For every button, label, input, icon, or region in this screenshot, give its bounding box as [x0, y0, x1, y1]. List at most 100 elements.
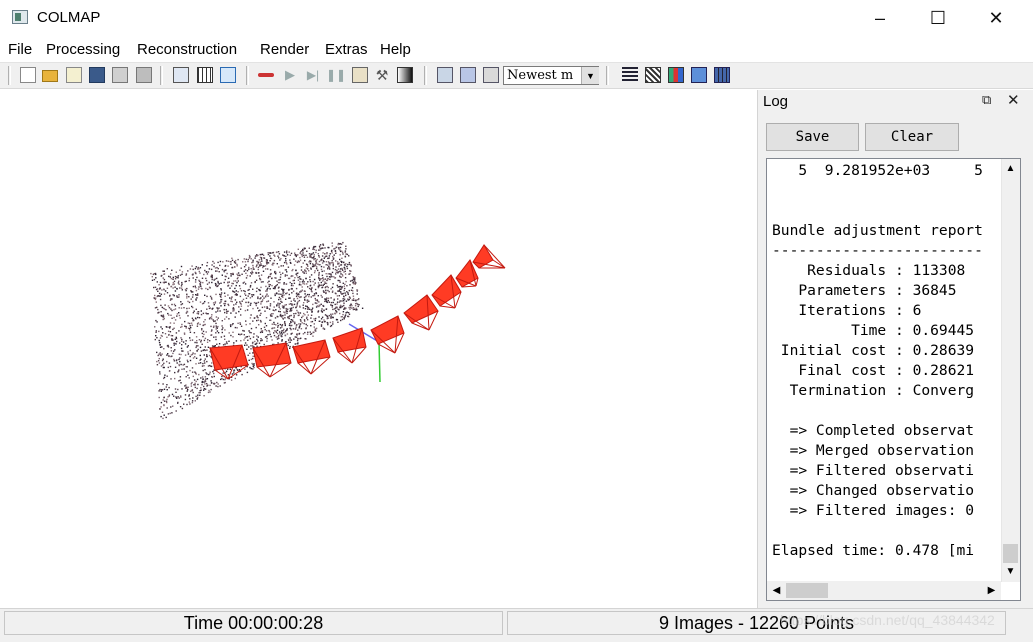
- log-horizontal-scroll-thumb[interactable]: [786, 583, 828, 598]
- toolbar-grip[interactable]: [160, 66, 163, 85]
- cloud-point: [296, 339, 299, 342]
- cloud-point: [276, 338, 279, 340]
- log-vertical-scrollbar[interactable]: [1001, 159, 1020, 582]
- toolbar-grip[interactable]: [424, 66, 427, 85]
- menu-help[interactable]: Help: [380, 41, 411, 58]
- minimize-button[interactable]: –: [851, 0, 909, 36]
- cloud-point: [279, 331, 281, 333]
- cloud-point: [318, 260, 321, 263]
- chevron-down-icon[interactable]: ▼: [581, 67, 599, 84]
- match-matrix-icon[interactable]: [645, 67, 661, 83]
- cloud-point: [206, 261, 209, 264]
- open-project-icon[interactable]: [42, 70, 58, 82]
- window-title: COLMAP: [37, 9, 101, 26]
- cloud-point: [255, 265, 257, 268]
- 3d-viewport[interactable]: [0, 90, 757, 608]
- scroll-up-icon[interactable]: ▲: [1002, 160, 1019, 177]
- cloud-point: [288, 303, 291, 305]
- save-log-button[interactable]: Save: [766, 123, 859, 151]
- cloud-point: [237, 258, 239, 261]
- export-model-icon[interactable]: [136, 67, 152, 83]
- screenshot-icon[interactable]: [691, 67, 707, 83]
- cloud-point: [168, 314, 170, 316]
- toolbar-grip[interactable]: [246, 66, 249, 85]
- cloud-point: [222, 261, 224, 263]
- maximize-button[interactable]: ☐: [909, 0, 967, 36]
- cloud-point: [250, 348, 252, 350]
- cloud-point: [315, 249, 317, 251]
- reset-view-icon[interactable]: [437, 67, 453, 83]
- cloud-point: [174, 319, 177, 321]
- camera-frustum[interactable]: [403, 294, 439, 324]
- cloud-point: [351, 279, 353, 282]
- cloud-point: [266, 340, 268, 342]
- cloud-point: [166, 326, 168, 328]
- import-model-icon[interactable]: [112, 67, 128, 83]
- render-icon[interactable]: [483, 67, 499, 83]
- cloud-point: [166, 287, 169, 289]
- menu-processing[interactable]: Processing: [46, 41, 120, 58]
- database-icon[interactable]: [220, 67, 236, 83]
- reconstruction-step-icon[interactable]: ▶: [282, 67, 298, 83]
- cloud-point: [262, 299, 264, 301]
- cloud-point: [196, 342, 198, 344]
- cloud-point: [269, 260, 271, 262]
- cloud-point: [190, 322, 193, 324]
- cloud-point: [259, 253, 261, 256]
- camera-frustum[interactable]: [252, 342, 292, 368]
- bundle-adjustment-icon[interactable]: [352, 67, 368, 83]
- video-icon[interactable]: [714, 67, 730, 83]
- close-button[interactable]: ✕: [967, 0, 1025, 36]
- clear-log-button[interactable]: Clear: [865, 123, 959, 151]
- camera-frustum[interactable]: [370, 315, 405, 345]
- toolbar-grip[interactable]: [8, 66, 11, 85]
- cloud-point: [204, 358, 206, 360]
- scroll-down-icon[interactable]: ▼: [1002, 563, 1019, 580]
- statistics-icon[interactable]: [668, 67, 684, 83]
- close-dock-icon[interactable]: ✕: [1007, 91, 1020, 109]
- undock-icon[interactable]: ⧉: [982, 92, 991, 108]
- scroll-left-icon[interactable]: ◀: [768, 582, 785, 599]
- feature-extraction-icon[interactable]: [173, 67, 189, 83]
- render-options-icon[interactable]: [397, 67, 413, 83]
- new-project-icon[interactable]: [20, 67, 36, 83]
- scroll-right-icon[interactable]: ▶: [983, 582, 1000, 599]
- cloud-point: [281, 326, 283, 328]
- reconstruction-scene[interactable]: [0, 90, 757, 608]
- cloud-point: [189, 337, 191, 339]
- reconstruction-reset-icon[interactable]: ❚❚: [326, 67, 346, 83]
- dense-reconstruction-icon[interactable]: ⚒: [374, 67, 390, 83]
- cloud-point: [264, 322, 266, 325]
- project-zoom-icon[interactable]: [460, 67, 476, 83]
- cloud-point: [189, 325, 191, 327]
- cloud-point: [327, 257, 329, 260]
- cloud-point: [195, 345, 198, 347]
- menu-reconstruction[interactable]: Reconstruction: [137, 41, 237, 58]
- menu-render[interactable]: Render: [260, 41, 309, 58]
- feature-matching-icon[interactable]: [197, 67, 213, 83]
- log-text-area[interactable]: 5 9.281952e+03 5 Bundle adjustment repor…: [766, 158, 1021, 601]
- toolbar-grip[interactable]: [606, 66, 609, 85]
- cloud-point: [194, 400, 196, 402]
- cloud-point: [181, 289, 183, 291]
- reconstruction-start-icon[interactable]: [258, 73, 274, 77]
- log-vertical-scroll-thumb[interactable]: [1003, 544, 1018, 563]
- cloud-point: [173, 303, 176, 306]
- reconstruction-pause-icon[interactable]: ▶|: [305, 67, 321, 83]
- menu-extras[interactable]: Extras: [325, 41, 368, 58]
- save-project-icon[interactable]: [89, 67, 105, 83]
- cloud-point: [286, 292, 288, 294]
- cloud-point: [295, 287, 298, 290]
- camera-frustum[interactable]: [472, 244, 494, 269]
- cloud-point: [219, 302, 221, 304]
- cloud-point: [268, 275, 270, 278]
- cloud-point: [195, 357, 198, 359]
- cloud-point: [240, 325, 243, 327]
- edit-project-icon[interactable]: [66, 67, 82, 83]
- cloud-point: [207, 288, 209, 291]
- cloud-point: [257, 336, 259, 338]
- log-icon[interactable]: [622, 67, 638, 83]
- cloud-point: [158, 357, 160, 360]
- menu-file[interactable]: File: [8, 41, 32, 58]
- cloud-point: [204, 337, 207, 340]
